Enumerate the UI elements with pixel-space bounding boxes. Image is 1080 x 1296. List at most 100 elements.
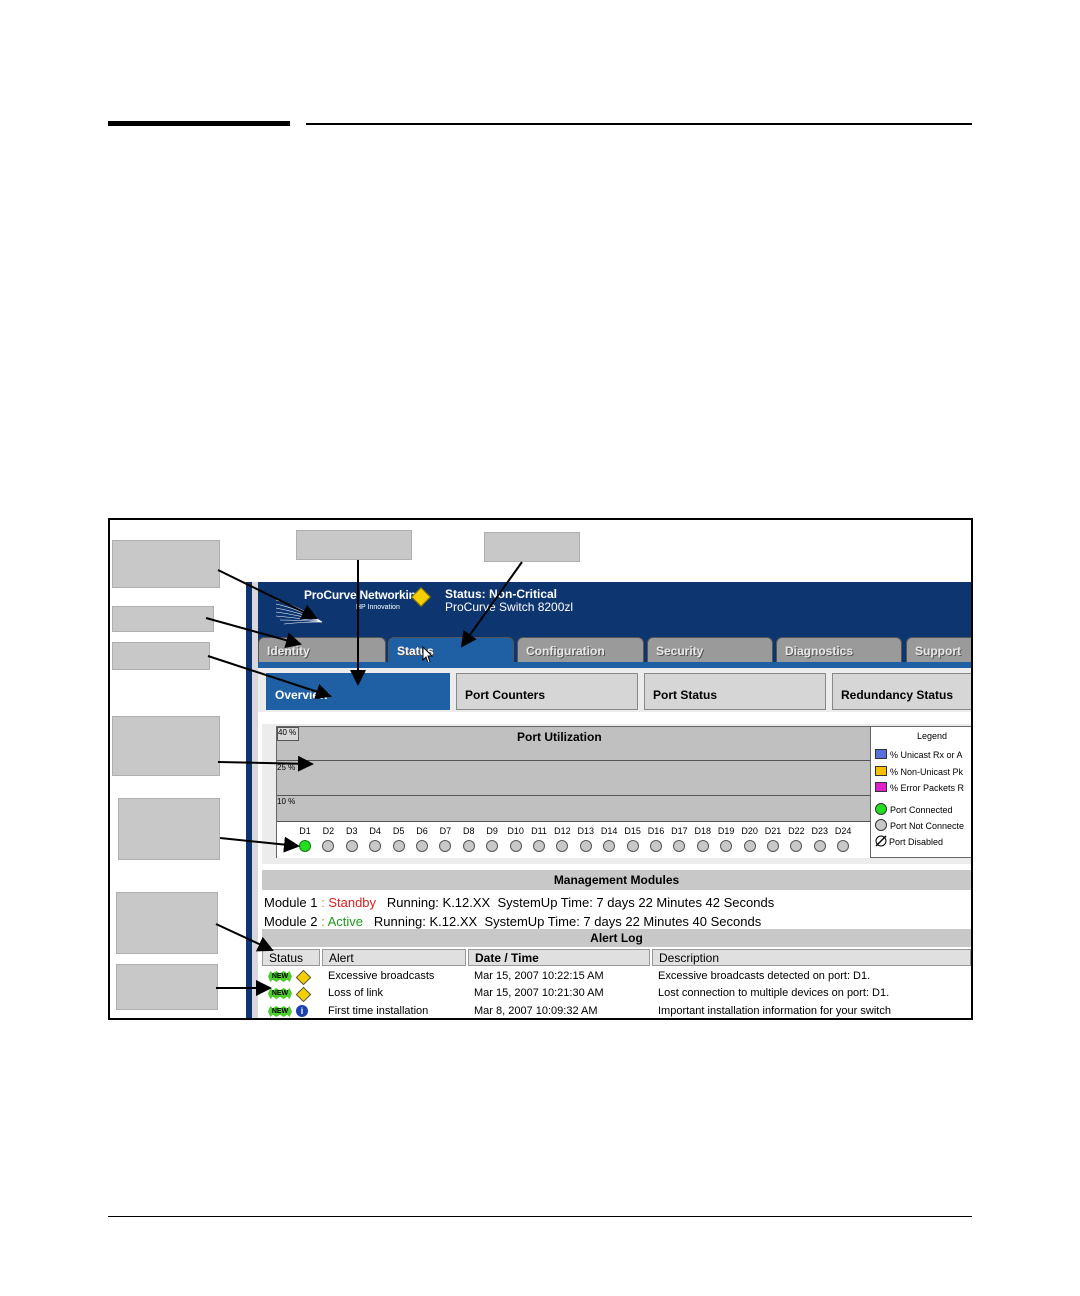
column-header-datetime[interactable]: Date / Time	[468, 949, 650, 966]
alert-row[interactable]: NEW Excessive broadcasts Mar 15, 2007 10…	[262, 968, 971, 986]
alert-row[interactable]: NEW Loss of link Mar 15, 2007 10:21:30 A…	[262, 985, 971, 1003]
port-not-connected-indicator[interactable]	[650, 840, 662, 852]
y-tick-label: 40 %	[277, 727, 299, 741]
port-connected-indicator[interactable]	[299, 840, 311, 852]
port-not-connected-indicator[interactable]	[322, 840, 335, 852]
warning-icon	[295, 986, 312, 1003]
port-label: D3	[346, 826, 358, 836]
legend-item: % Non-Unicast Pk	[875, 766, 963, 777]
tab-support[interactable]: Support	[906, 637, 971, 662]
port-not-connected-indicator[interactable]	[533, 840, 545, 852]
app-header: ProCurve Networking HP Innovation Status…	[258, 582, 971, 634]
status-subtab-bar: Overview Port Counters Port Status Redun…	[258, 668, 971, 712]
port-label: D4	[369, 826, 381, 836]
column-header-description[interactable]: Description	[652, 949, 971, 966]
module-firmware: Running: K.12.XX	[373, 914, 478, 929]
warning-icon	[295, 969, 312, 986]
port-not-connected-indicator[interactable]	[603, 840, 616, 852]
web-browser-interface: ProCurve Networking HP Innovation Status…	[246, 582, 971, 1018]
port-label: D2	[322, 826, 335, 836]
port-not-connected-indicator[interactable]	[416, 840, 428, 852]
port-not-connected-indicator[interactable]	[696, 840, 709, 852]
port-not-connected-indicator[interactable]	[392, 840, 405, 852]
switch-status: Status: Non-Critical	[445, 587, 558, 601]
legend-label: Port Not Connecte	[890, 821, 965, 831]
port-not-connected-indicator[interactable]	[813, 840, 826, 852]
legend-item: % Error Packets R	[875, 782, 964, 793]
alert-name: Loss of link	[328, 987, 384, 999]
port-label: D5	[392, 826, 405, 836]
port-not-connected-indicator[interactable]	[767, 840, 779, 852]
port-label: D20	[741, 826, 758, 836]
callout-box	[116, 964, 218, 1010]
tab-security[interactable]: Security	[647, 637, 773, 662]
tab-identity[interactable]: Identity	[258, 637, 386, 662]
port-row: D1 D2 D3 D4 D5 D6 D7 D8 D9 D10 D11 D12 D13 D14 D15 D16 D…	[277, 821, 871, 858]
tab-diagnostics[interactable]: Diagnostics	[776, 637, 902, 662]
module-separator: :	[317, 895, 329, 910]
legend-title: Legend	[917, 731, 948, 741]
alert-description: Excessive broadcasts detected on port: D…	[658, 970, 871, 982]
module-state: Active	[327, 914, 364, 929]
port-label: D15	[624, 826, 641, 836]
y-tick-label: 10 %	[277, 797, 296, 806]
port-not-connected-indicator[interactable]	[509, 840, 522, 852]
port-label: D16	[647, 826, 665, 836]
port-not-connected-indicator[interactable]	[579, 840, 592, 852]
port-utilization-panel: 40 % Port Utilization 25 % 10 % D1 D2 D3 D4…	[262, 724, 971, 864]
callout-box	[116, 892, 218, 954]
port-not-connected-indicator[interactable]	[486, 840, 499, 852]
port-not-connected-indicator[interactable]	[345, 840, 358, 852]
brand-name: ProCurve Networking	[304, 588, 423, 602]
callout-box	[112, 642, 210, 670]
callout-box	[296, 530, 412, 560]
info-icon: i	[296, 1005, 308, 1017]
legend-swatch	[875, 766, 887, 776]
port-not-connected-indicator[interactable]	[626, 840, 639, 852]
module-row: Module 2 : Active Running: K.12.XX Syste…	[264, 914, 761, 929]
legend-swatch	[875, 749, 887, 759]
port-label: D17	[671, 826, 688, 836]
legend-label: % Non-Unicast Pk	[890, 767, 964, 777]
column-header-status[interactable]: Status	[262, 949, 320, 966]
legend-label: % Unicast Rx or A	[890, 750, 963, 760]
port-not-connected-indicator[interactable]	[462, 840, 475, 852]
main-tab-bar: Identity Status Configuration Security D…	[258, 634, 971, 664]
alert-row[interactable]: NEW i First time installation Mar 8, 200…	[262, 1003, 971, 1018]
alert-name: First time installation	[328, 1005, 429, 1017]
port-utilization-chart: 40 % Port Utilization 25 % 10 % D1 D2 D3 D4…	[276, 726, 872, 858]
port-label: D21	[764, 826, 782, 836]
port-not-connected-indicator[interactable]	[790, 840, 803, 852]
module-separator: :	[317, 914, 328, 929]
module-state: Standby	[328, 895, 377, 910]
port-not-connected-indicator[interactable]	[556, 840, 569, 852]
alert-datetime: Mar 8, 2007 10:09:32 AM	[474, 1005, 598, 1017]
port-not-connected-icon	[875, 819, 887, 831]
tab-configuration[interactable]: Configuration	[517, 637, 644, 662]
module-name: Module 1	[264, 895, 318, 910]
subtab-overview[interactable]: Overview	[266, 673, 450, 710]
legend-item: Port Connected	[875, 803, 953, 815]
tab-status[interactable]: Status	[388, 637, 514, 662]
callout-box	[112, 716, 220, 776]
port-not-connected-indicator[interactable]	[837, 840, 850, 852]
subtab-port-counters[interactable]: Port Counters	[456, 673, 638, 710]
subtab-port-status[interactable]: Port Status	[644, 673, 826, 710]
gridline	[277, 795, 871, 796]
legend-item: % Unicast Rx or A	[875, 749, 963, 760]
port-not-connected-indicator[interactable]	[743, 840, 756, 852]
port-not-connected-indicator[interactable]	[720, 840, 733, 852]
port-label: D18	[694, 826, 712, 836]
column-header-alert[interactable]: Alert	[322, 949, 466, 966]
port-not-connected-indicator[interactable]	[439, 840, 452, 852]
port-not-connected-indicator[interactable]	[369, 840, 382, 852]
port-not-connected-indicator[interactable]	[673, 840, 686, 852]
y-tick-label: 25 %	[277, 763, 296, 772]
legend-item: Port Disabled	[875, 835, 943, 847]
callout-box	[112, 540, 220, 588]
port-label: D13	[577, 826, 595, 836]
gridline	[277, 760, 871, 761]
subtab-redundancy-status[interactable]: Redundancy Status	[832, 673, 971, 710]
module-firmware: Running: K.12.XX	[386, 895, 491, 910]
port-label: D22	[788, 826, 805, 836]
